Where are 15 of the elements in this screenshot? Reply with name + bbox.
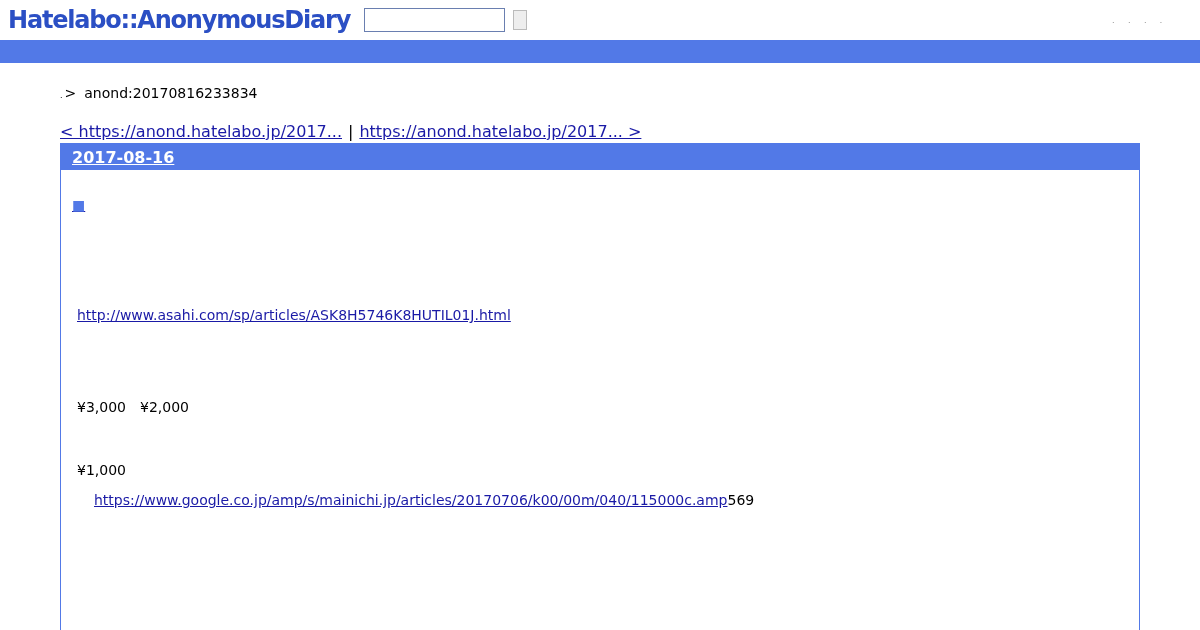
- next-link[interactable]: https://anond.hatelabo.jp/2017... >: [359, 122, 642, 141]
- paragraph-text: https://www.google.co.jp/amp/s/mainichi.jp/articles/20170706/k00/00m/040/115000c.amp569: [93, 492, 756, 508]
- breadcrumb-current: anond:20170816233834: [84, 85, 258, 101]
- site-logo[interactable]: Hatelabo::AnonymousDiary: [8, 6, 351, 34]
- article-link[interactable]: http://www.asahi.com/sp/articles/ASK8H5746K8HUTIL01J.html: [77, 307, 511, 323]
- breadcrumb-link[interactable]: .: [60, 91, 63, 100]
- article-link[interactable]: https://www.google.co.jp/amp/s/mainichi.jp/articles/20170706/k00/00m/040/115000c.amp: [94, 492, 728, 508]
- entry-anchor-link[interactable]: ■: [72, 197, 86, 213]
- date-link[interactable]: 2017-08-16: [72, 147, 175, 167]
- search-field[interactable]: [364, 8, 506, 32]
- pager-separator: |: [348, 122, 354, 141]
- price-text: ¥1,000: [77, 462, 127, 478]
- previous-link[interactable]: < https://anond.hatelabo.jp/2017...: [60, 122, 342, 141]
- price-text: ¥3,000 ¥2,000: [77, 399, 190, 417]
- breadcrumb-separator: >: [64, 85, 77, 101]
